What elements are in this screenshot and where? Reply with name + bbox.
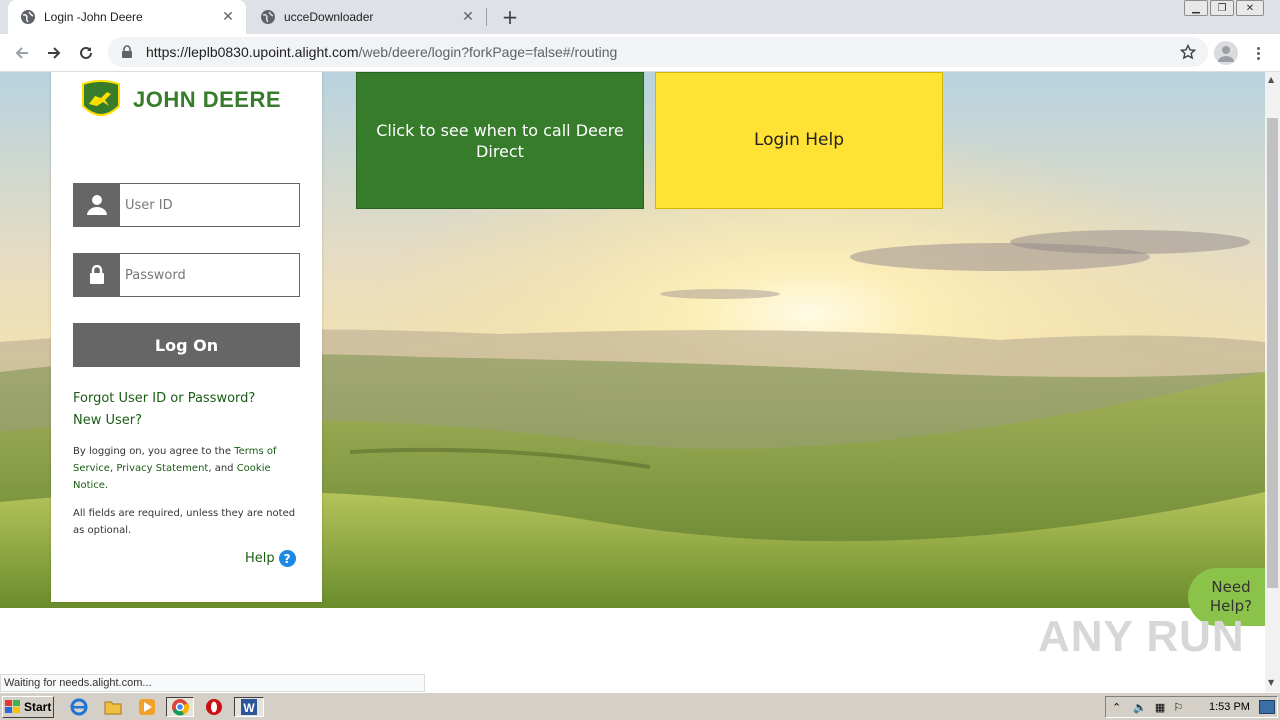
browser-toolbar: https://leplb0830.upoint.alight.com/web/… <box>0 34 1280 72</box>
password-input[interactable] <box>120 254 299 296</box>
taskbar-clock: 1:53 PM <box>1209 701 1250 713</box>
forward-button[interactable] <box>42 41 66 65</box>
user-id-input[interactable] <box>120 184 299 226</box>
legal-notice: By logging on, you agree to the Terms of… <box>73 443 298 494</box>
tab-login[interactable]: Login -John Deere ✕ <box>8 0 246 34</box>
user-icon <box>74 184 120 226</box>
close-tab-icon[interactable]: ✕ <box>216 5 240 29</box>
call-deere-direct-tile[interactable]: Click to see when to call Deere Direct <box>356 72 644 209</box>
deer-logo-icon <box>82 80 120 116</box>
scroll-up-icon[interactable]: ▲ <box>1268 75 1274 84</box>
lock-icon <box>122 45 132 58</box>
browser-menu-button[interactable] <box>1250 41 1266 65</box>
legal-prefix: By logging on, you agree to the <box>73 446 235 457</box>
login-panel: JOHN DEERE Log On Forgot User ID or Pass… <box>51 72 322 602</box>
svg-text:W: W <box>243 701 255 715</box>
url-text: https://leplb0830.upoint.alight.com/web/… <box>146 44 617 60</box>
system-tray: ⌃ 🔈 ▦ ⚐ <box>1105 696 1278 718</box>
close-window-button[interactable]: ✕ <box>1236 0 1264 16</box>
ie-icon[interactable] <box>68 697 90 717</box>
tab-ucce-downloader[interactable]: ucceDownloader ✕ <box>248 0 486 34</box>
legal-end: . <box>104 480 109 491</box>
login-help-tile[interactable]: Login Help <box>655 72 943 209</box>
brand-name: JOHN DEERE <box>133 87 282 112</box>
flag-icon[interactable]: ⚐ <box>1173 701 1183 714</box>
folder-icon[interactable] <box>102 697 124 717</box>
start-button[interactable]: Start <box>2 696 54 718</box>
bookmark-star-icon[interactable] <box>1180 44 1196 60</box>
taskbar: Start W ⌃ 🔈 ▦ ⚐ 1:53 PM <box>0 692 1280 720</box>
globe-icon <box>21 10 35 24</box>
network-icon[interactable]: ▦ <box>1155 701 1165 714</box>
screen: Login -John Deere ✕ ucceDownloader ✕ + ▁… <box>0 0 1280 720</box>
scroll-down-icon[interactable]: ▼ <box>1268 678 1274 687</box>
chrome-icon[interactable] <box>166 697 194 717</box>
word-icon[interactable]: W <box>234 697 264 717</box>
page-scrollbar[interactable]: ▲ ▼ <box>1265 72 1280 692</box>
required-fields-note: All fields are required, unless they are… <box>73 508 296 536</box>
help-link[interactable]: Help ? <box>245 550 296 567</box>
new-user-link[interactable]: New User? <box>73 413 142 428</box>
url-host: https://leplb0830.upoint.alight.com <box>146 44 359 60</box>
password-field <box>73 253 300 297</box>
show-desktop-icon[interactable] <box>1259 700 1275 714</box>
window-controls: ▁ ❐ ✕ <box>1182 0 1264 18</box>
volume-icon[interactable]: 🔈 <box>1133 701 1147 714</box>
tab-separator <box>486 8 487 26</box>
tab-title: ucceDownloader <box>284 10 374 24</box>
log-on-button[interactable]: Log On <box>73 323 300 367</box>
john-deere-logo: JOHN DEERE <box>79 80 281 120</box>
status-bar: Waiting for needs.alight.com... <box>0 674 425 692</box>
user-id-field <box>73 183 300 227</box>
tab-strip: Login -John Deere ✕ ucceDownloader ✕ + ▁… <box>0 0 1280 34</box>
anyrun-watermark: ANY RUN <box>1038 612 1245 661</box>
reload-icon <box>80 46 92 59</box>
back-button[interactable] <box>10 41 34 65</box>
restore-button[interactable]: ❐ <box>1210 0 1234 16</box>
url-path: /web/deere/login?forkPage=false#/routing <box>358 44 618 60</box>
globe-icon <box>261 10 275 24</box>
close-tab-icon[interactable]: ✕ <box>456 5 480 29</box>
tab-title: Login -John Deere <box>44 10 143 24</box>
tray-expand-icon[interactable]: ⌃ <box>1112 701 1121 714</box>
windows-logo-icon <box>5 700 20 713</box>
avatar-icon <box>1218 46 1234 62</box>
help-label: Help <box>245 551 275 566</box>
profile-avatar[interactable] <box>1214 41 1238 65</box>
page-viewport: JOHN DEERE Log On Forgot User ID or Pass… <box>0 72 1265 692</box>
arrow-left-icon <box>15 47 28 59</box>
media-player-icon[interactable] <box>136 697 158 717</box>
legal-sep2: , and <box>208 463 237 474</box>
arrow-right-icon <box>48 47 61 59</box>
privacy-link[interactable]: Privacy Statement <box>116 463 208 474</box>
forgot-credentials-link[interactable]: Forgot User ID or Password? <box>73 391 255 406</box>
minimize-button[interactable]: ▁ <box>1184 0 1208 16</box>
lock-icon <box>74 254 120 296</box>
address-bar[interactable]: https://leplb0830.upoint.alight.com/web/… <box>108 37 1208 67</box>
new-tab-button[interactable]: + <box>498 5 522 29</box>
opera-icon[interactable] <box>203 697 225 717</box>
help-question-icon: ? <box>278 550 296 567</box>
reload-button[interactable] <box>74 41 98 65</box>
start-label: Start <box>24 700 52 714</box>
scroll-thumb[interactable] <box>1267 118 1278 588</box>
